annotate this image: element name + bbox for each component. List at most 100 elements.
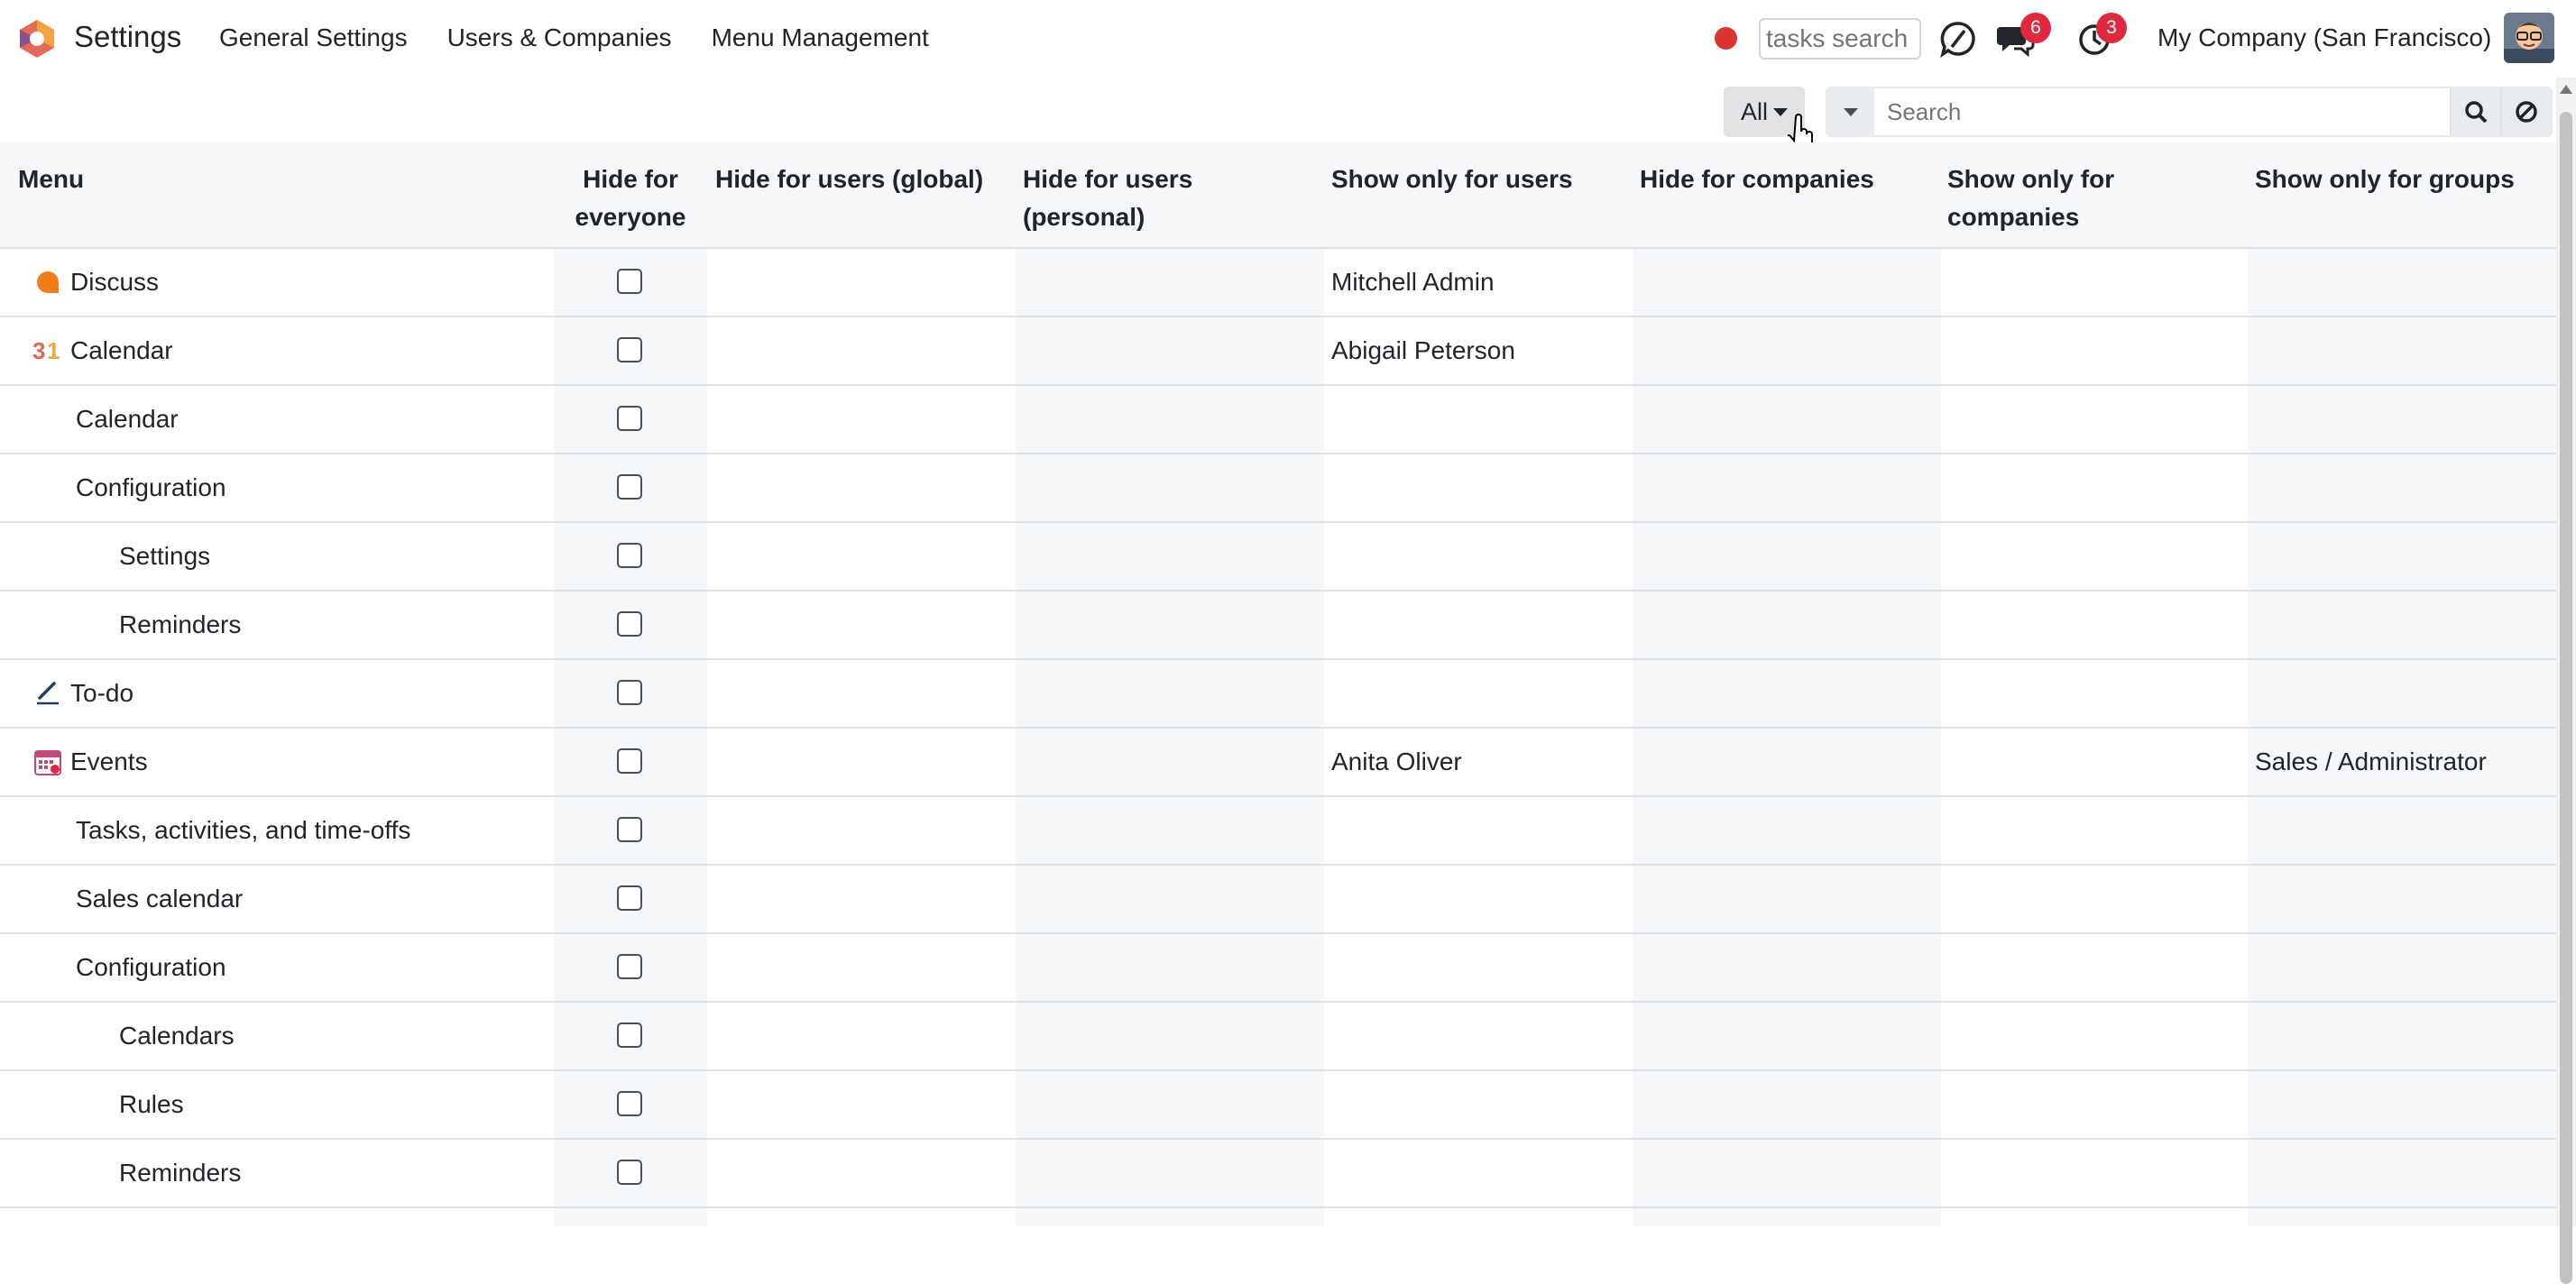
odoo-app-logo-icon[interactable] [16,18,58,60]
search-options-toggle[interactable] [1827,88,1874,135]
table-row[interactable]: Configuration [0,454,2556,523]
menu-name-cell[interactable]: Configuration [76,454,226,521]
header-hide-users-personal[interactable]: Hide for users (personal) [1023,160,1192,236]
table-row[interactable]: Settings [0,523,2556,592]
header-line: companies [1947,203,2080,231]
menu-name: Sales calendar [76,885,244,913]
menu-name: Calendar [70,336,173,364]
hide-for-everyone-checkbox[interactable] [617,1160,642,1185]
hide-for-everyone-checkbox[interactable] [617,269,642,294]
menu-name-cell[interactable]: Configuration [76,934,226,1001]
calendar-app-icon: 31 [32,335,63,366]
header-show-companies[interactable]: Show only for companies [1947,160,2114,236]
table-row[interactable]: To-do [0,660,2556,729]
header-hide-everyone[interactable]: Hide for everyone [554,160,707,236]
hide-for-everyone-checkbox[interactable] [617,337,642,362]
caret-down-icon [1773,107,1788,116]
main-menu: General Settings Users & Companies Menu … [219,23,969,52]
hide-for-everyone-checkbox[interactable] [617,885,642,911]
hide-for-everyone-checkbox[interactable] [617,680,642,705]
hide-for-everyone-checkbox[interactable] [617,1023,642,1048]
menu-name-cell[interactable]: Discuss [32,249,159,316]
caret-down-icon [1844,107,1858,116]
ban-icon [2516,101,2537,123]
scrollbar-thumb[interactable] [2560,112,2572,1284]
table-row[interactable] [0,1208,2556,1226]
hide-for-everyone-checkbox[interactable] [617,406,642,431]
menu-name: Settings [119,542,211,570]
menu-name-cell[interactable]: Events [32,729,148,795]
user-avatar[interactable] [2504,13,2554,63]
hide-for-everyone-checkbox[interactable] [617,611,642,637]
table-row[interactable]: Reminders [0,592,2556,660]
show-only-users-cell[interactable]: Abigail Peterson [1331,317,1515,384]
menu-name-cell[interactable]: 31 Calendar [32,317,173,384]
table-row[interactable]: Events Anita Oliver Sales / Administrato… [0,729,2556,797]
table-row[interactable]: Sales calendar [0,866,2556,934]
header-menu[interactable]: Menu [18,160,84,198]
menu-name: Calendar [76,405,179,433]
show-only-groups-cell[interactable]: Sales / Administrator [2255,729,2487,795]
menu-name-cell[interactable]: To-do [32,660,133,727]
odoobot-chat-icon[interactable] [1937,18,1979,60]
menu-general-settings[interactable]: General Settings [219,23,408,52]
hide-for-everyone-checkbox[interactable] [617,1091,642,1116]
hide-for-everyone-checkbox[interactable] [617,817,642,842]
search-panel [1826,87,2553,137]
header-hide-companies[interactable]: Hide for companies [1640,160,1874,198]
table-row[interactable]: Configuration [0,934,2556,1003]
scroll-up-arrow-icon[interactable] [2560,85,2572,94]
svg-text:1: 1 [47,337,60,364]
table-row[interactable]: Reminders [0,1140,2556,1208]
svg-text:3: 3 [32,337,45,364]
table-row[interactable]: Rules [0,1071,2556,1140]
todo-icon [32,678,63,709]
activities-badge: 3 [2096,13,2127,43]
menu-name-cell[interactable]: Calendars [119,1003,235,1069]
menu-name-cell[interactable]: Reminders [119,592,241,658]
menu-name-cell[interactable]: Sales calendar [76,866,243,932]
menu-name-cell[interactable]: Calendar [76,386,179,453]
menu-name-cell[interactable]: Reminders [119,1140,241,1206]
show-only-users-cell[interactable]: Mitchell Admin [1331,249,1495,316]
hide-for-everyone-checkbox[interactable] [617,954,642,979]
table-row[interactable]: Calendar [0,386,2556,454]
table-row[interactable]: Tasks, activities, and time-offs [0,797,2556,866]
header-show-users[interactable]: Show only for users [1331,160,1573,198]
tasks-search-input[interactable] [1759,18,1921,60]
header-line: Hide for [583,165,678,193]
table-row[interactable]: Calendars [0,1003,2556,1071]
menu-menu-management[interactable]: Menu Management [712,23,929,52]
show-only-users-cell[interactable]: Anita Oliver [1331,729,1462,795]
menu-users-companies[interactable]: Users & Companies [447,23,672,52]
company-switcher[interactable]: My Company (San Francisco) [2157,23,2491,52]
recording-indicator-icon[interactable] [1715,27,1737,50]
search-icon [2465,101,2488,124]
header-show-groups[interactable]: Show only for groups [2255,160,2515,198]
header-line: Hide for users [1023,165,1193,193]
app-title[interactable]: Settings [74,20,181,54]
menu-name-cell[interactable]: Rules [119,1071,184,1138]
discuss-icon [32,267,63,298]
vertical-scrollbar[interactable] [2556,78,2576,1284]
menu-name: To-do [70,679,134,707]
menu-name-cell[interactable]: Tasks, activities, and time-offs [76,797,410,864]
menu-name: Reminders [119,610,242,638]
filter-all-label: All [1740,97,1768,125]
menu-name: Events [70,747,148,775]
clear-search-button[interactable] [2500,88,2551,135]
menu-name-cell[interactable]: Settings [119,523,210,590]
hide-for-everyone-checkbox[interactable] [617,748,642,774]
search-button[interactable] [2450,88,2500,135]
table-row[interactable]: 31 Calendar Abigail Peterson [0,317,2556,386]
header-line: (personal) [1023,203,1145,231]
top-navbar: Settings General Settings Users & Compan… [0,0,2576,78]
menu-visibility-table: Menu Hide for everyone Hide for users (g… [0,142,2556,1226]
menu-name: Configuration [76,953,226,981]
header-hide-users-global[interactable]: Hide for users (global) [715,160,983,198]
search-input[interactable] [1874,88,2450,135]
hide-for-everyone-checkbox[interactable] [617,543,642,568]
hide-for-everyone-checkbox[interactable] [617,474,642,500]
menu-name: Calendars [119,1022,235,1050]
table-row[interactable]: Discuss Mitchell Admin [0,249,2556,317]
